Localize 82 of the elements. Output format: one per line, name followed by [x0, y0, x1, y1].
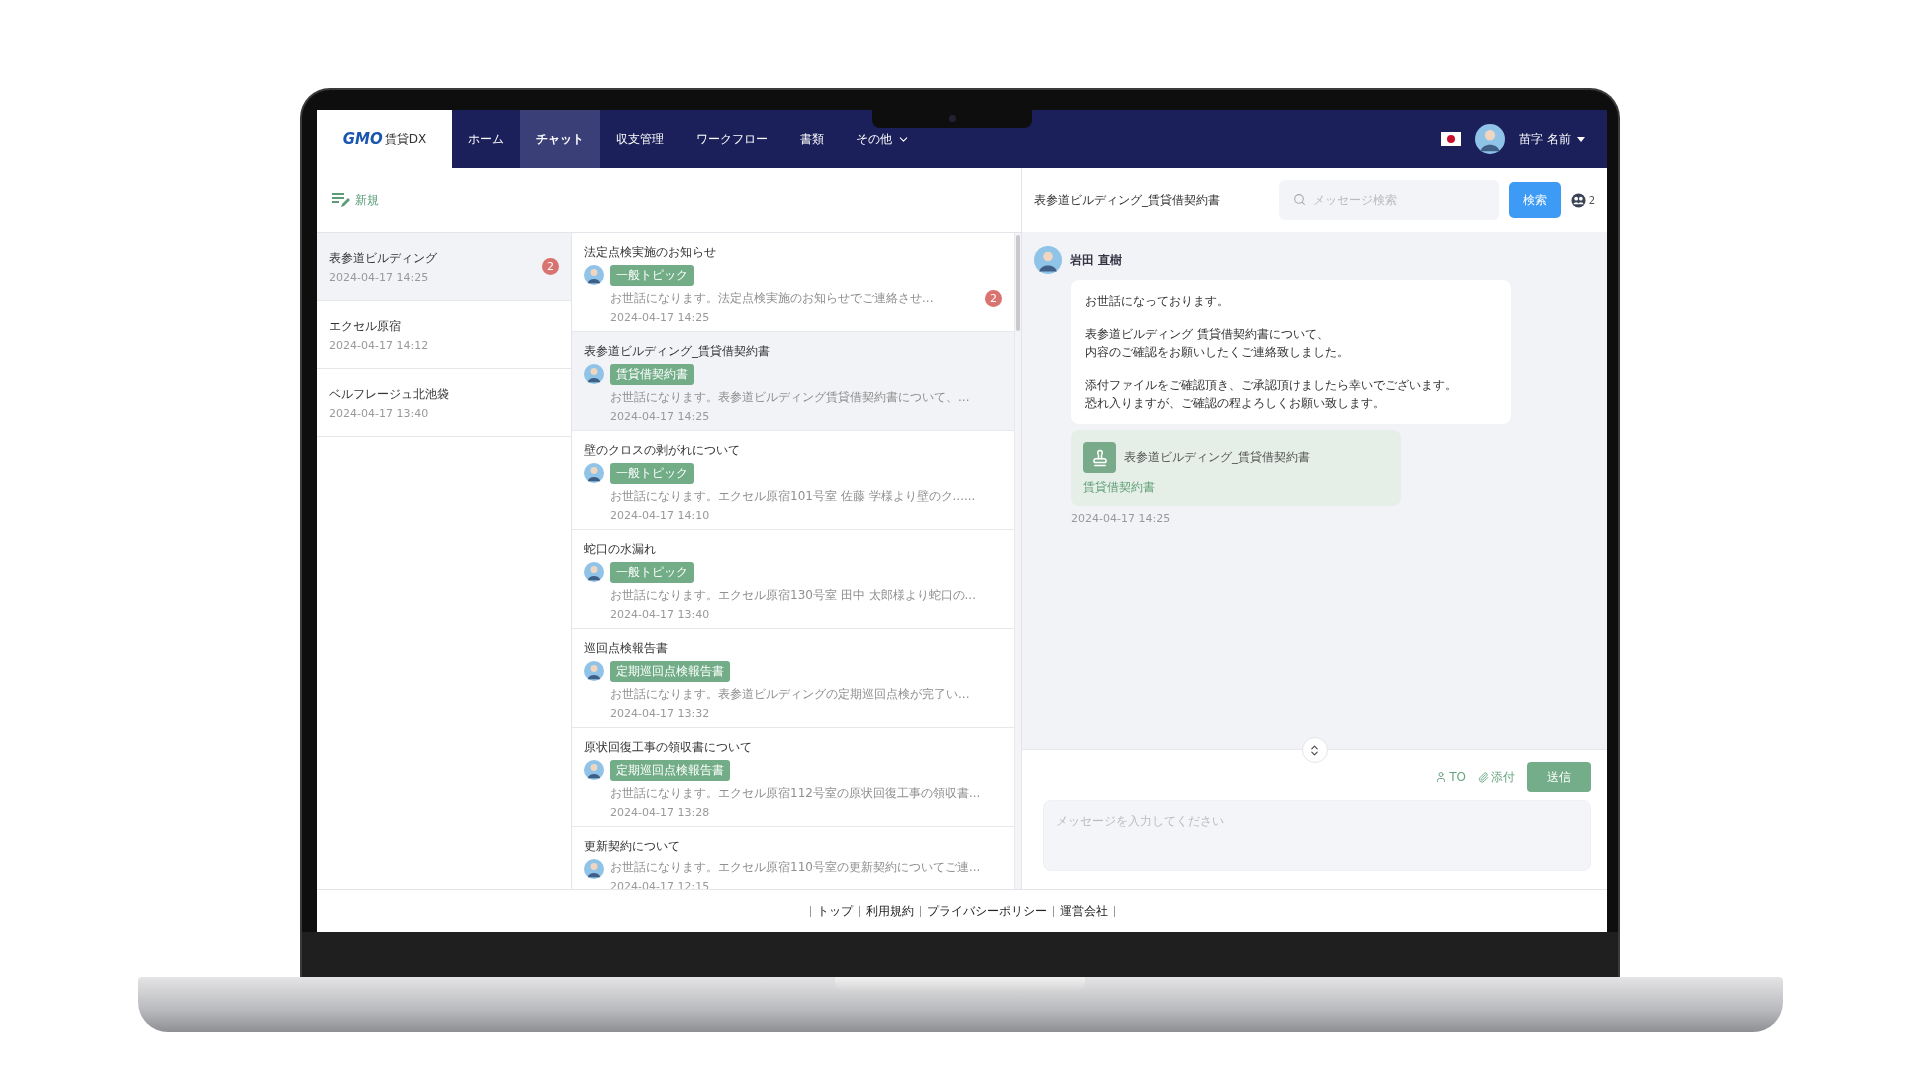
footer-link[interactable]: 利用規約 — [858, 905, 920, 917]
message-text: 恐れ入りますが、ご確認の程よろしくお願い致します。 — [1085, 395, 1386, 412]
attachment-card[interactable]: 表参道ビルディング_賃貸借契約書 賃貸借契約書 — [1071, 430, 1401, 506]
search-icon — [1292, 193, 1306, 206]
avatar — [584, 364, 604, 384]
timestamp: 2024-04-17 13:40 — [329, 406, 430, 420]
timestamp: 2024-04-17 14:25 — [610, 311, 711, 324]
timestamp: 2024-04-17 14:10 — [610, 509, 711, 522]
timestamp: 2024-04-17 13:28 — [610, 806, 711, 819]
nav-tab[interactable]: 書類 — [784, 125, 840, 153]
thread-card[interactable]: 表参道ビルディング_賃貸借契約書 賃貸借契約書 お世話になります。表参道ビルディング賃貸借契約書について、... 2024-04-17 14:25 — [572, 332, 1015, 431]
building-item[interactable]: 表参道ビルディング 2024-04-17 14:25 2 — [317, 233, 571, 301]
paperclip-icon — [1478, 771, 1489, 783]
nav-tab[interactable]: チャット — [520, 110, 600, 168]
message-preview: お世話になります。エクセル原宿101号室 佐藤 学様より壁のク...... — [610, 488, 977, 505]
thread-title: 表参道ビルディング_賃貸借契約書 — [584, 343, 771, 360]
camera-icon — [948, 114, 956, 122]
message-preview: お世話になります。エクセル原宿112号室の原状回復工事の領収書... — [610, 785, 982, 802]
thread-card[interactable]: 原状回復工事の領収書について 定期巡回点検報告書 お世話になります。エクセル原宿112号室の原状回復工事の領収書... 2024-04-17 13:28 — [572, 728, 1015, 827]
avatar — [584, 859, 604, 879]
message-preview: お世話になります。エクセル原宿110号室の更新契約についてご連... — [610, 859, 982, 876]
avatar — [584, 562, 604, 582]
chat-title: 表参道ビルディング_賃貸借契約書 — [1034, 191, 1221, 209]
avatar — [1034, 246, 1062, 274]
flag-icon — [1441, 132, 1462, 146]
timestamp: 2024-04-17 13:32 — [610, 707, 711, 720]
building-name: エクセル原宿 — [329, 317, 402, 335]
attachment-category: 賃貸借契約書 — [1083, 479, 1156, 496]
avatar — [1475, 124, 1506, 154]
avatar — [584, 463, 604, 483]
timestamp: 2024-04-17 14:25 — [1071, 512, 1172, 525]
topic-tag: 定期巡回点検報告書 — [610, 760, 730, 781]
message-text: 内容のご確認をお願いしたくご連絡致しました。 — [1085, 344, 1350, 361]
thread-card[interactable]: 法定点検実施のお知らせ 一般トピック お世話になります。法定点検実施のお知らせでご連絡させ... 2024-04-17 14:25 2 — [572, 233, 1015, 332]
nav-tab[interactable]: ワークフロー — [680, 125, 784, 153]
message-preview: お世話になります。表参道ビルディングの定期巡回点検が完了い... — [610, 686, 971, 703]
thread-title: 壁のクロスの剥がれについて — [584, 442, 741, 459]
sender-name: 岩田 直樹 — [1070, 251, 1123, 269]
thread-card[interactable]: 壁のクロスの剥がれについて 一般トピック お世話になります。エクセル原宿101号室 佐藤 学様より壁のク...... 2024-04-17 14:10 — [572, 431, 1015, 530]
footer-link[interactable]: 運営会社 — [1052, 905, 1115, 917]
unread-count: 2 — [542, 258, 559, 275]
resize-icon — [1308, 743, 1321, 757]
timestamp: 2024-04-17 14:12 — [329, 338, 430, 352]
thread-title: 更新契約について — [584, 838, 681, 855]
footer-link[interactable]: プライバシーポリシー — [919, 905, 1053, 917]
thread-card[interactable]: 巡回点検報告書 定期巡回点検報告書 お世話になります。表参道ビルディングの定期巡回点検が完了い... 2024-04-17 13:32 — [572, 629, 1015, 728]
thread-title: 蛇口の水漏れ — [584, 541, 657, 558]
attachment-name: 表参道ビルディング_賃貸借契約書 — [1124, 449, 1310, 466]
caret-icon — [1577, 136, 1585, 142]
avatar — [584, 265, 604, 285]
message-preview: お世話になります。エクセル原宿130号室 田中 太郎様より蛇口の... — [610, 587, 977, 604]
compose-icon — [331, 192, 351, 208]
topic-tag: 賃貸借契約書 — [610, 364, 694, 385]
thread-title: 原状回復工事の領収書について — [584, 739, 753, 756]
building-name: 表参道ビルディング — [329, 249, 438, 267]
topic-tag: 一般トピック — [610, 265, 694, 286]
nav-tab[interactable]: 収支管理 — [600, 125, 680, 153]
user-menu[interactable]: 苗字 名前 — [1519, 130, 1585, 148]
timestamp: 2024-04-17 14:25 — [329, 270, 430, 284]
timestamp: 2024-04-17 14:25 — [610, 410, 711, 423]
topic-tag: 一般トピック — [610, 562, 694, 583]
footer-link[interactable]: トップ — [809, 905, 859, 917]
person-icon — [1435, 771, 1448, 783]
thread-title: 法定点検実施のお知らせ — [584, 244, 717, 261]
message-text: お世話になっております。 — [1085, 293, 1230, 310]
message-text: 表参道ビルディング 賃貸借契約書について、 — [1085, 326, 1330, 343]
message-preview: お世話になります。表参道ビルディング賃貸借契約書について、... — [610, 389, 971, 406]
nav-tab[interactable]: その他 — [840, 125, 926, 153]
thread-card[interactable]: 蛇口の水漏れ 一般トピック お世話になります。エクセル原宿130号室 田中 太郎様より蛇口の... 2024-04-17 13:40 — [572, 530, 1015, 629]
thread-title: 巡回点検報告書 — [584, 640, 669, 657]
topic-tag: 定期巡回点検報告書 — [610, 661, 730, 682]
building-name: ベルフレージュ北池袋 — [329, 385, 450, 403]
logo[interactable]: GMO 賃貸DX — [317, 110, 452, 168]
stamp-icon — [1083, 442, 1116, 473]
timestamp: 2024-04-17 13:40 — [610, 608, 711, 621]
avatar — [584, 661, 604, 681]
message-preview: お世話になります。法定点検実施のお知らせでご連絡させ... — [610, 290, 935, 307]
topic-tag: 一般トピック — [610, 463, 694, 484]
message-text: 添付ファイルをご確認頂き、ご承認頂けましたら幸いでございます。 — [1085, 377, 1458, 394]
avatar — [584, 760, 604, 780]
nav-tab[interactable]: ホーム — [452, 125, 520, 153]
unread-count: 2 — [985, 290, 1002, 307]
